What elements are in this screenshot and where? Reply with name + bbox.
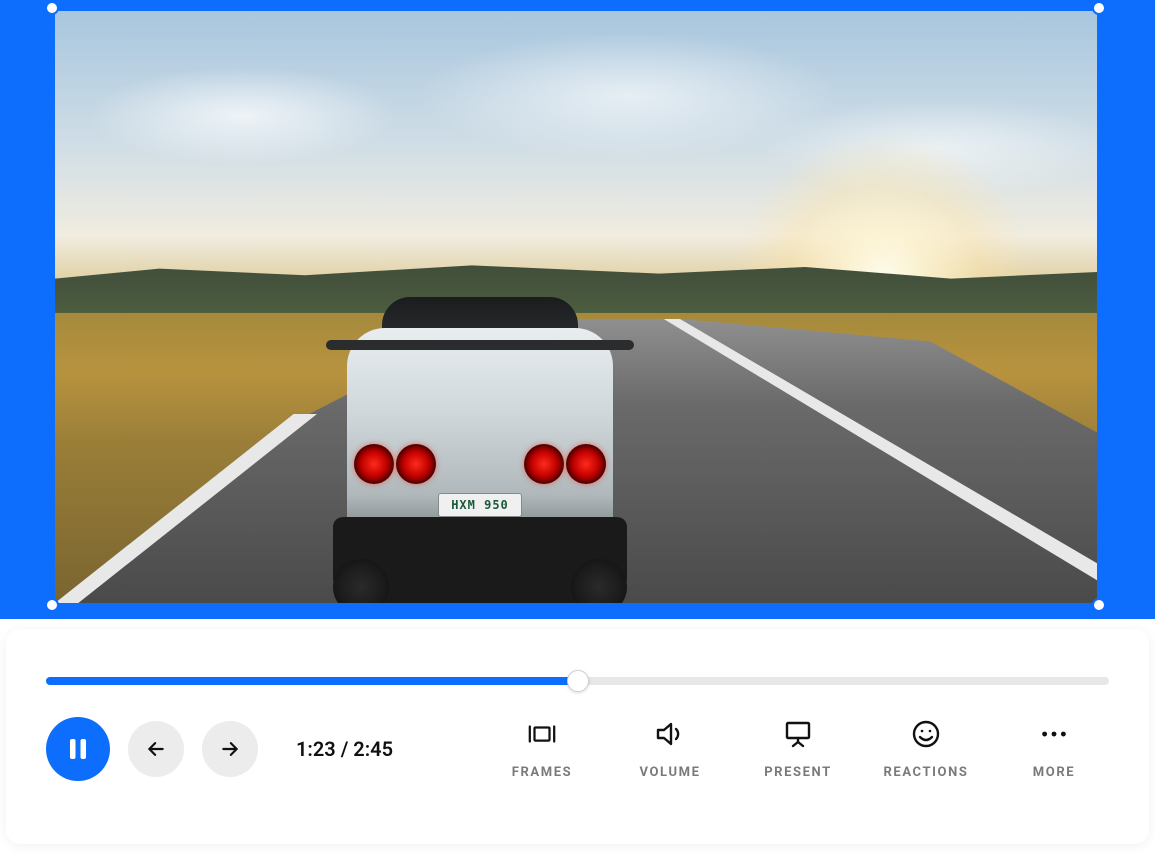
- pause-icon: [67, 737, 89, 761]
- more-button[interactable]: MORE: [999, 719, 1109, 780]
- volume-button[interactable]: VOLUME: [615, 719, 725, 780]
- more-icon: [1039, 719, 1069, 749]
- arrow-left-icon: [146, 739, 166, 759]
- previous-button[interactable]: [128, 721, 184, 777]
- seek-thumb[interactable]: [567, 670, 589, 692]
- resize-handle-bottom-left[interactable]: [45, 598, 59, 612]
- reactions-button[interactable]: REACTIONS: [871, 719, 981, 780]
- next-button[interactable]: [202, 721, 258, 777]
- resize-handle-top-right[interactable]: [1092, 1, 1106, 15]
- arrow-right-icon: [220, 739, 240, 759]
- seek-track[interactable]: [46, 677, 1109, 685]
- video-frame[interactable]: HXM 950: [52, 8, 1100, 606]
- present-icon: [783, 719, 813, 749]
- video-content: HXM 950: [55, 11, 1097, 603]
- present-button[interactable]: PRESENT: [743, 719, 853, 780]
- player-controls: 1:23 / 2:45 FRAMES VOLUME PRESENT REACT: [6, 629, 1149, 844]
- reactions-label: REACTIONS: [884, 765, 969, 780]
- volume-icon: [655, 719, 685, 749]
- frames-label: FRAMES: [512, 765, 573, 780]
- present-label: PRESENT: [764, 765, 832, 780]
- frames-icon: [527, 719, 557, 749]
- resize-handle-top-left[interactable]: [45, 1, 59, 15]
- pause-button[interactable]: [46, 717, 110, 781]
- volume-label: VOLUME: [639, 765, 700, 780]
- license-plate: HXM 950: [438, 493, 522, 517]
- seek-progress: [46, 677, 578, 685]
- more-label: MORE: [1033, 765, 1075, 780]
- smile-icon: [911, 719, 941, 749]
- frames-button[interactable]: FRAMES: [487, 719, 597, 780]
- resize-handle-bottom-right[interactable]: [1092, 598, 1106, 612]
- time-display: 1:23 / 2:45: [296, 737, 393, 761]
- video-stage: HXM 950: [0, 0, 1155, 619]
